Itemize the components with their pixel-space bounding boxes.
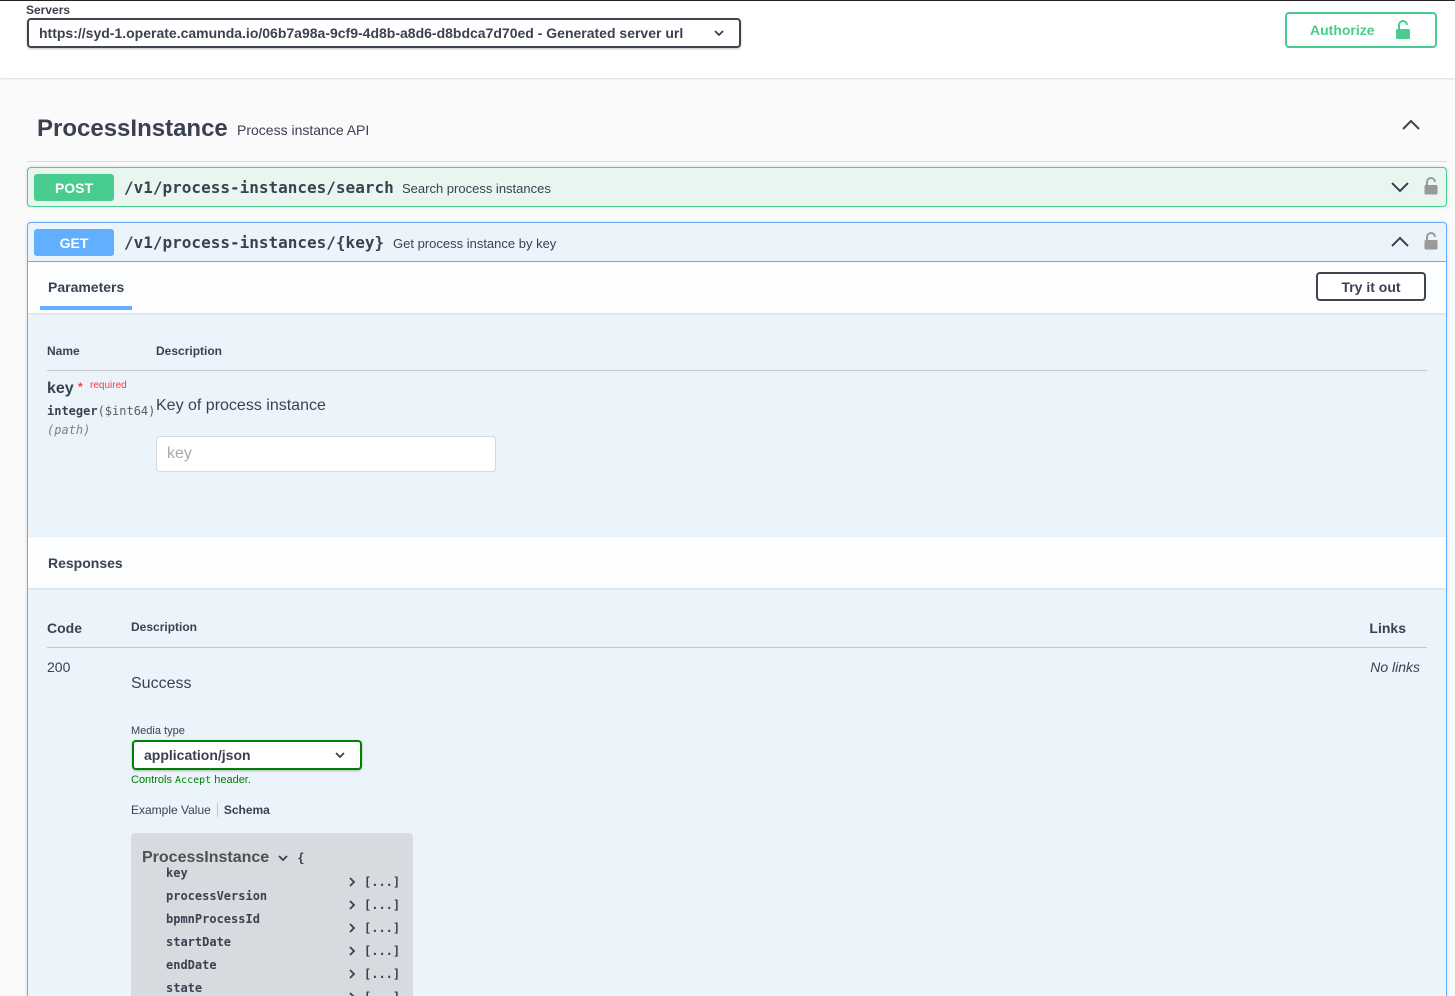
divider [47,647,1427,648]
property-value: [...] [364,944,401,958]
chevron-down-icon [335,752,345,759]
tab-separator [216,803,218,817]
column-header-code: Code [47,620,82,636]
column-header-description: Description [131,620,198,634]
response-links: No links [1370,659,1420,675]
lock-icon[interactable] [1424,232,1438,250]
authorize-button[interactable]: Authorize [1285,12,1437,48]
property-name: key [166,866,188,880]
property-expander[interactable]: [...] [348,967,400,981]
media-type-value: application/json [144,747,251,763]
column-header-links: Links [1369,620,1406,636]
property-value: [...] [364,898,401,912]
chevron-right-icon [349,969,356,979]
tab-schema[interactable]: Schema [224,803,270,817]
controls-accept-note: Controls Accept header. [131,774,251,786]
responses-title: Responses [48,555,123,571]
schema-property: processVersion [...] [166,889,406,912]
schema-property: key [...] [166,866,406,889]
key-input[interactable] [156,436,496,472]
chevron-right-icon [349,900,356,910]
property-expander[interactable]: [...] [348,875,400,889]
method-badge-post: POST [34,174,114,201]
controls-suffix: header. [214,774,251,786]
schema-property: startDate [...] [166,935,406,958]
response-code: 200 [47,659,71,675]
model-title[interactable]: ProcessInstance { [142,849,304,867]
media-type-select[interactable]: application/json [132,740,362,770]
server-select[interactable]: https://syd-1.operate.camunda.io/06b7a98… [27,18,741,48]
property-value: [...] [364,921,401,935]
property-value: [...] [364,875,401,889]
tag-description: Process instance API [237,122,370,138]
operation-summary: Get process instance by key [393,236,557,251]
controls-header-name: Accept [175,775,212,786]
parameter-name: key [47,380,74,397]
chevron-right-icon [349,946,356,956]
property-value: [...] [364,967,401,981]
servers-bar: Servers https://syd-1.operate.camunda.io… [0,0,1455,78]
open-brace: { [297,851,305,865]
chevron-down-icon [714,30,724,37]
parameter-type-name: integer [47,404,98,418]
chevron-down-icon[interactable] [1390,180,1410,194]
parameter-format: ($int64) [97,404,156,418]
required-label: required [90,380,127,391]
opblock-post-search[interactable]: POST /v1/process-instances/search Search… [27,167,1447,207]
try-it-out-button[interactable]: Try it out [1316,272,1426,301]
unlocked-icon [1396,20,1410,39]
tab-example-value[interactable]: Example Value [131,803,211,817]
tag-header[interactable]: ProcessInstance Process instance API [27,98,1447,162]
property-expander[interactable]: [...] [348,990,400,996]
chevron-up-icon[interactable] [1401,118,1421,132]
opblock-get-by-key: GET /v1/process-instances/{key} Get proc… [27,222,1447,996]
server-select-value: https://syd-1.operate.camunda.io/06b7a98… [39,25,684,41]
property-name: processVersion [166,889,268,903]
column-header-name: Name [47,344,80,358]
property-expander[interactable]: [...] [348,898,400,912]
property-name: bpmnProcessId [166,912,260,926]
property-name: startDate [166,935,232,949]
schema-property: endDate [...] [166,958,406,981]
lock-icon[interactable] [1424,177,1438,195]
authorize-label: Authorize [1310,22,1375,38]
tab-underline [40,306,132,310]
schema-model-box: ProcessInstance { key [...] processVersi… [131,833,413,996]
chevron-right-icon [349,923,356,933]
schema-property: state [...] [166,981,406,996]
property-name: state [166,981,203,995]
parameter-type: integer($int64) [47,404,155,418]
chevron-down-icon [278,855,288,862]
property-value: [...] [364,990,400,996]
servers-label: Servers [26,3,71,17]
responses-header: Responses [28,537,1446,588]
tag-title: ProcessInstance [37,115,228,142]
operation-path: /v1/process-instances/{key} [124,233,385,252]
model-name: ProcessInstance [142,849,270,866]
response-description: Success [131,675,192,692]
tab-parameters[interactable]: Parameters [48,279,124,295]
property-expander[interactable]: [...] [348,921,400,935]
divider [47,370,1427,371]
schema-property: bpmnProcessId [...] [166,912,406,935]
parameter-description: Key of process instance [156,397,326,414]
operation-path: /v1/process-instances/search [124,178,394,197]
controls-prefix: Controls [131,774,172,786]
chevron-right-icon [349,992,355,996]
column-header-description: Description [156,344,223,358]
parameters-header: Parameters Try it out [28,262,1446,313]
operation-summary: Search process instances [402,181,551,196]
parameter-location: (path) [47,423,91,437]
property-name: endDate [166,958,217,972]
property-expander[interactable]: [...] [348,944,400,958]
operation-summary-bar[interactable]: GET /v1/process-instances/{key} Get proc… [28,223,1446,262]
chevron-up-icon[interactable] [1390,235,1410,249]
required-star: * [78,380,83,394]
media-type-label: Media type [131,725,185,737]
method-badge-get: GET [34,229,114,256]
example-tabs: Example Value Schema [131,803,270,817]
chevron-right-icon [349,877,356,887]
